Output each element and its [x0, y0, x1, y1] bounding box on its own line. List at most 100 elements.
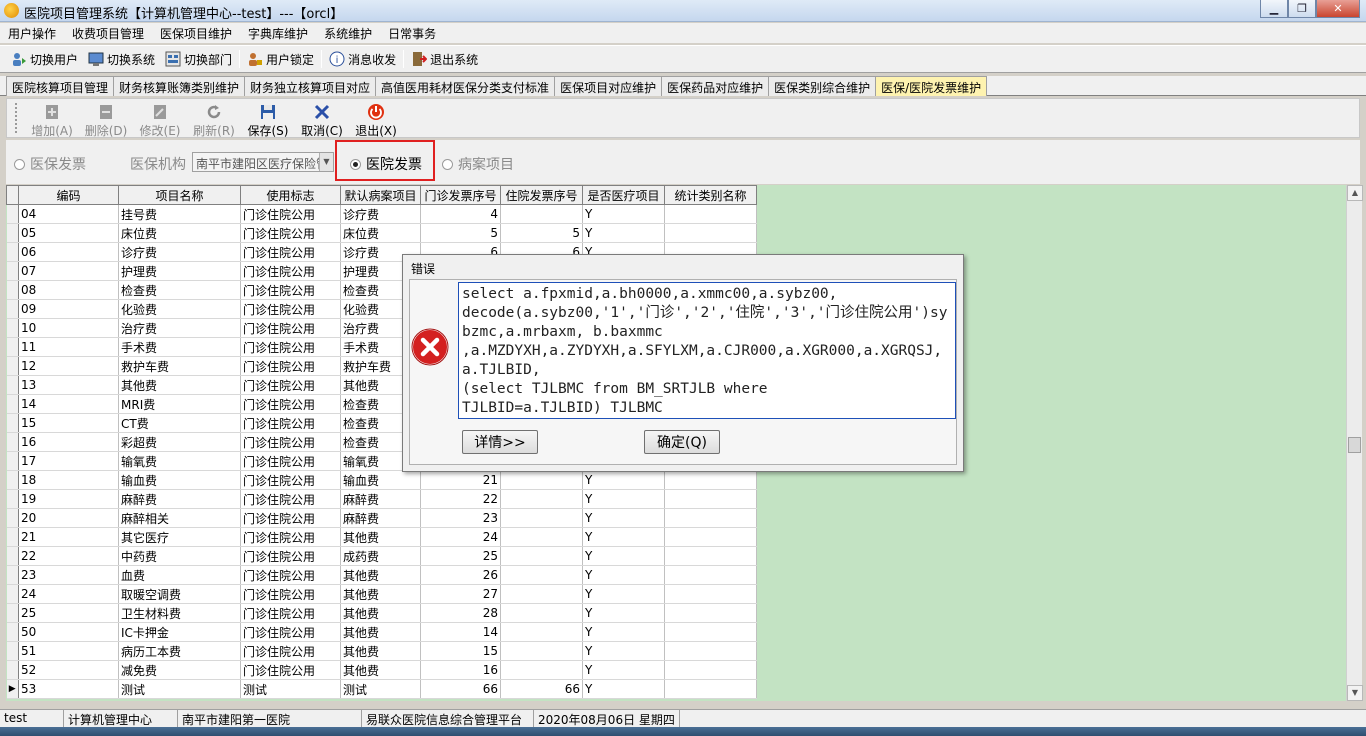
- cell-case-item[interactable]: 其他费: [340, 603, 421, 623]
- exit-system-button[interactable]: 退出系统: [406, 48, 483, 70]
- cell-outpatient-seq[interactable]: 27: [420, 584, 501, 604]
- col-header-outpatient-seq[interactable]: 门诊发票序号: [420, 185, 501, 205]
- cell-case-item[interactable]: 诊疗费: [340, 204, 421, 224]
- table-row[interactable]: 19 麻醉费 门诊住院公用 麻醉费 22 Y: [6, 489, 757, 509]
- cell-name[interactable]: 治疗费: [118, 318, 241, 338]
- cell-inpatient-seq[interactable]: [500, 622, 583, 642]
- cell-outpatient-seq[interactable]: 23: [420, 508, 501, 528]
- row-indicator[interactable]: [6, 565, 19, 585]
- cell-is-medical[interactable]: Y: [582, 679, 665, 699]
- cell-case-item[interactable]: 麻醉费: [340, 489, 421, 509]
- cell-is-medical[interactable]: Y: [582, 641, 665, 661]
- cell-name[interactable]: 卫生材料费: [118, 603, 241, 623]
- tab-ledger-category[interactable]: 财务核算账簿类别维护: [113, 76, 246, 96]
- col-header-name[interactable]: 项目名称: [118, 185, 241, 205]
- row-indicator[interactable]: [6, 489, 19, 509]
- cell-code[interactable]: 25: [18, 603, 119, 623]
- cell-code[interactable]: 04: [18, 204, 119, 224]
- table-row[interactable]: 04 挂号费 门诊住院公用 诊疗费 4 Y: [6, 204, 757, 224]
- switch-department-button[interactable]: 切换部门: [160, 48, 237, 70]
- table-row[interactable]: ▶ 53 测试 测试 测试 66 66 Y: [6, 679, 757, 699]
- vertical-scrollbar[interactable]: ▲ ▼: [1346, 185, 1363, 701]
- cell-usage[interactable]: 门诊住院公用: [240, 565, 341, 585]
- cell-stat-category[interactable]: [664, 679, 757, 699]
- cell-code[interactable]: 08: [18, 280, 119, 300]
- cell-is-medical[interactable]: Y: [582, 584, 665, 604]
- cell-outpatient-seq[interactable]: 21: [420, 470, 501, 490]
- add-button[interactable]: 增加(A): [25, 99, 79, 138]
- cell-code[interactable]: 15: [18, 413, 119, 433]
- cell-usage[interactable]: 门诊住院公用: [240, 584, 341, 604]
- row-indicator[interactable]: [6, 356, 19, 376]
- cell-case-item[interactable]: 麻醉费: [340, 508, 421, 528]
- cell-usage[interactable]: 门诊住院公用: [240, 546, 341, 566]
- cell-name[interactable]: 输氧费: [118, 451, 241, 471]
- table-row[interactable]: 24 取暖空调费 门诊住院公用 其他费 27 Y: [6, 584, 757, 604]
- cell-name[interactable]: 护理费: [118, 261, 241, 281]
- cell-code[interactable]: 16: [18, 432, 119, 452]
- table-row[interactable]: 18 输血费 门诊住院公用 输血费 21 Y: [6, 470, 757, 490]
- cell-code[interactable]: 21: [18, 527, 119, 547]
- cell-inpatient-seq[interactable]: [500, 584, 583, 604]
- cell-usage[interactable]: 测试: [240, 679, 341, 699]
- cell-case-item[interactable]: 床位费: [340, 223, 421, 243]
- cell-code[interactable]: 11: [18, 337, 119, 357]
- cell-case-item[interactable]: 成药费: [340, 546, 421, 566]
- cell-name[interactable]: 血费: [118, 565, 241, 585]
- row-indicator[interactable]: [6, 641, 19, 661]
- cell-usage[interactable]: 门诊住院公用: [240, 641, 341, 661]
- cell-inpatient-seq[interactable]: [500, 470, 583, 490]
- table-row[interactable]: 25 卫生材料费 门诊住院公用 其他费 28 Y: [6, 603, 757, 623]
- row-indicator[interactable]: [6, 546, 19, 566]
- cell-name[interactable]: 诊疗费: [118, 242, 241, 262]
- minimize-button[interactable]: ▁: [1260, 0, 1288, 18]
- cell-outpatient-seq[interactable]: 16: [420, 660, 501, 680]
- cell-name[interactable]: 手术费: [118, 337, 241, 357]
- row-indicator[interactable]: [6, 603, 19, 623]
- cell-code[interactable]: 09: [18, 299, 119, 319]
- cell-inpatient-seq[interactable]: [500, 508, 583, 528]
- cell-usage[interactable]: 门诊住院公用: [240, 508, 341, 528]
- cell-case-item[interactable]: 其他费: [340, 622, 421, 642]
- cell-inpatient-seq[interactable]: [500, 641, 583, 661]
- cell-code[interactable]: 23: [18, 565, 119, 585]
- cell-name[interactable]: 挂号费: [118, 204, 241, 224]
- cell-name[interactable]: 输血费: [118, 470, 241, 490]
- col-header-code[interactable]: 编码: [18, 185, 119, 205]
- cell-name[interactable]: 麻醉相关: [118, 508, 241, 528]
- lock-user-button[interactable]: 用户锁定: [242, 48, 319, 70]
- cell-name[interactable]: 病历工本费: [118, 641, 241, 661]
- cell-outpatient-seq[interactable]: 14: [420, 622, 501, 642]
- row-indicator[interactable]: [6, 660, 19, 680]
- row-indicator[interactable]: [6, 470, 19, 490]
- cell-outpatient-seq[interactable]: 15: [420, 641, 501, 661]
- cell-stat-category[interactable]: [664, 622, 757, 642]
- col-header-is-medical[interactable]: 是否医疗项目: [582, 185, 665, 205]
- cell-inpatient-seq[interactable]: [500, 527, 583, 547]
- cell-usage[interactable]: 门诊住院公用: [240, 261, 341, 281]
- row-indicator[interactable]: [6, 299, 19, 319]
- row-indicator[interactable]: [6, 584, 19, 604]
- cell-is-medical[interactable]: Y: [582, 660, 665, 680]
- table-row[interactable]: 22 中药费 门诊住院公用 成药费 25 Y: [6, 546, 757, 566]
- cell-case-item[interactable]: 其他费: [340, 565, 421, 585]
- cell-name[interactable]: CT费: [118, 413, 241, 433]
- switch-system-button[interactable]: 切换系统: [83, 48, 160, 70]
- cell-code[interactable]: 22: [18, 546, 119, 566]
- cell-code[interactable]: 06: [18, 242, 119, 262]
- cell-is-medical[interactable]: Y: [582, 508, 665, 528]
- row-indicator[interactable]: [6, 413, 19, 433]
- cell-case-item[interactable]: 输血费: [340, 470, 421, 490]
- tab-hospital-accounting[interactable]: 医院核算项目管理: [6, 76, 115, 96]
- cell-code[interactable]: 18: [18, 470, 119, 490]
- restore-button[interactable]: ❐: [1288, 0, 1316, 18]
- cell-code[interactable]: 52: [18, 660, 119, 680]
- cell-name[interactable]: 其它医疗: [118, 527, 241, 547]
- cell-stat-category[interactable]: [664, 527, 757, 547]
- cell-inpatient-seq[interactable]: [500, 546, 583, 566]
- cell-usage[interactable]: 门诊住院公用: [240, 356, 341, 376]
- row-indicator[interactable]: [6, 204, 19, 224]
- cancel-button[interactable]: 取消(C): [295, 99, 349, 138]
- scroll-down-icon[interactable]: ▼: [1347, 685, 1363, 701]
- chevron-down-icon[interactable]: ▼: [319, 153, 333, 171]
